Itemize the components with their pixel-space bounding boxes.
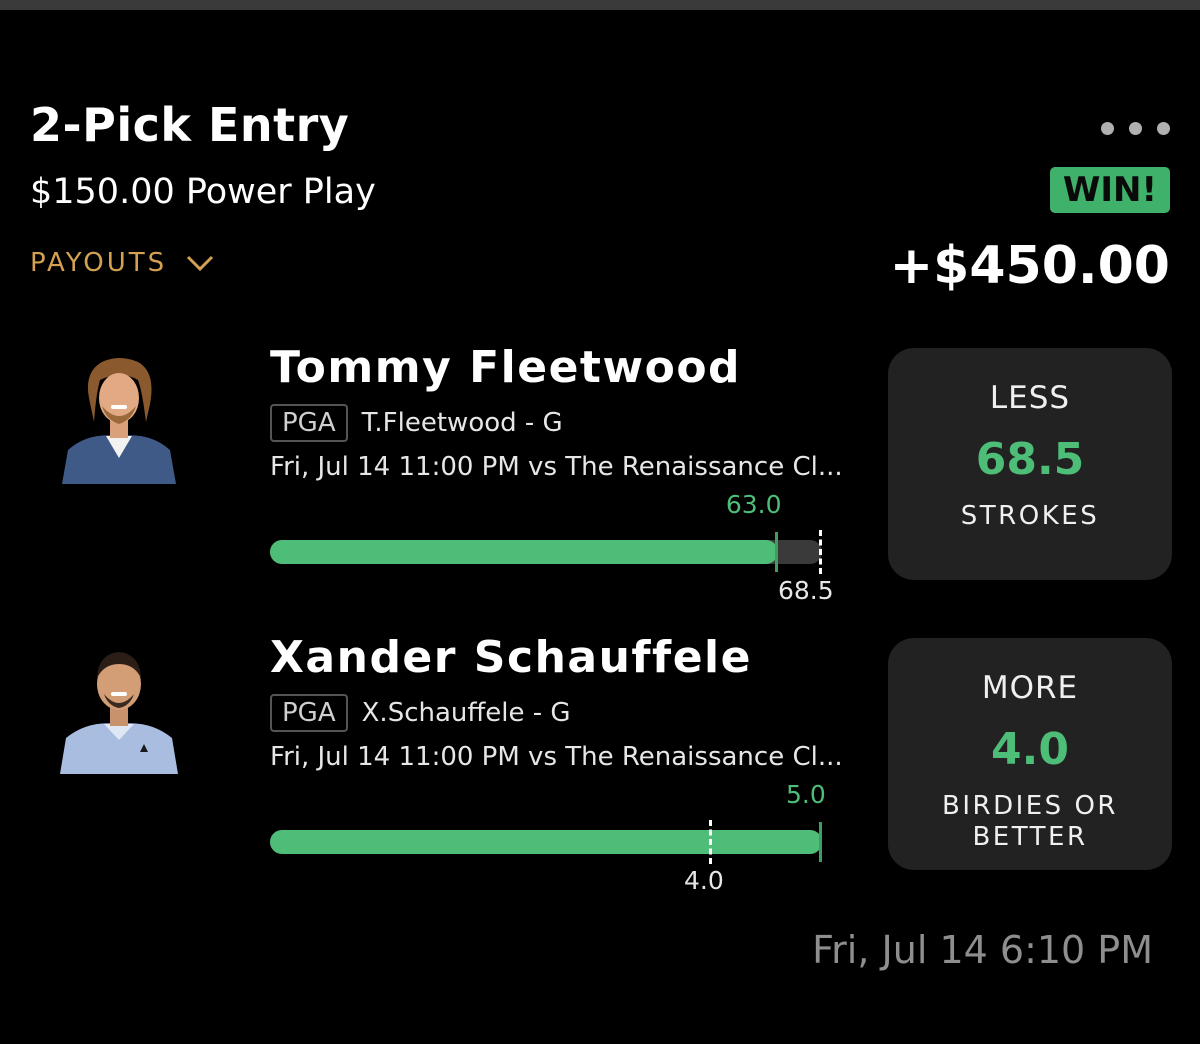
entry-timestamp: Fri, Jul 14 6:10 PM (812, 928, 1153, 972)
progress-track: 5.0 4.0 (270, 780, 826, 895)
prop-card-more[interactable]: MORE 4.0 BIRDIES OR BETTER (888, 638, 1172, 870)
league-tag: PGA (270, 694, 348, 732)
entry-title: 2-Pick Entry (30, 98, 350, 152)
player-name: Xander Schauffele (270, 632, 752, 683)
progress-track: 63.0 68.5 (270, 490, 834, 605)
prop-stat: BIRDIES OR BETTER (942, 791, 1118, 852)
prop-stat: STROKES (960, 501, 1100, 531)
pick-row-schauffele[interactable]: Xander Schauffele PGA X.Schauffele - G F… (0, 630, 1200, 895)
line-value-label: 4.0 (684, 866, 724, 895)
payouts-toggle[interactable]: PAYOUTS (30, 248, 215, 278)
prop-line: 68.5 (975, 434, 1085, 485)
line-marker (819, 530, 822, 574)
actual-marker (819, 822, 822, 862)
line-marker (709, 820, 712, 864)
chevron-down-icon (187, 255, 214, 272)
player-headshot (58, 350, 180, 484)
actual-value-label: 5.0 (786, 780, 826, 809)
player-short-name: X.Schauffele - G (361, 698, 571, 728)
dot (1157, 122, 1170, 135)
entry-stake: $150.00 Power Play (30, 172, 376, 212)
progress-fill (270, 540, 778, 564)
player-name: Tommy Fleetwood (270, 342, 742, 393)
actual-value-label: 63.0 (725, 490, 782, 519)
league-tag: PGA (270, 404, 348, 442)
line-value-label: 68.5 (778, 576, 834, 605)
game-info: Fri, Jul 14 11:00 PM vs The Renaissance … (270, 742, 843, 772)
pick-row-fleetwood[interactable]: Tommy Fleetwood PGA T.Fleetwood - G Fri,… (0, 340, 1200, 605)
result-amount: +$450.00 (889, 236, 1170, 296)
more-options-icon[interactable] (1101, 122, 1170, 135)
player-meta: PGA X.Schauffele - G (270, 694, 571, 732)
player-short-name: T.Fleetwood - G (361, 408, 563, 438)
result-badge: WIN! (1049, 167, 1170, 213)
top-divider (0, 0, 1200, 10)
player-headshot (58, 640, 180, 774)
prop-direction: LESS (989, 380, 1071, 416)
progress-fill (270, 830, 822, 854)
prop-direction: MORE (981, 670, 1079, 706)
player-meta: PGA T.Fleetwood - G (270, 404, 563, 442)
prop-card-less[interactable]: LESS 68.5 STROKES (888, 348, 1172, 580)
payouts-label: PAYOUTS (30, 248, 168, 278)
dot (1129, 122, 1142, 135)
prop-line: 4.0 (991, 724, 1069, 775)
game-info: Fri, Jul 14 11:00 PM vs The Renaissance … (270, 452, 843, 482)
actual-marker (774, 532, 778, 572)
dot (1101, 122, 1114, 135)
